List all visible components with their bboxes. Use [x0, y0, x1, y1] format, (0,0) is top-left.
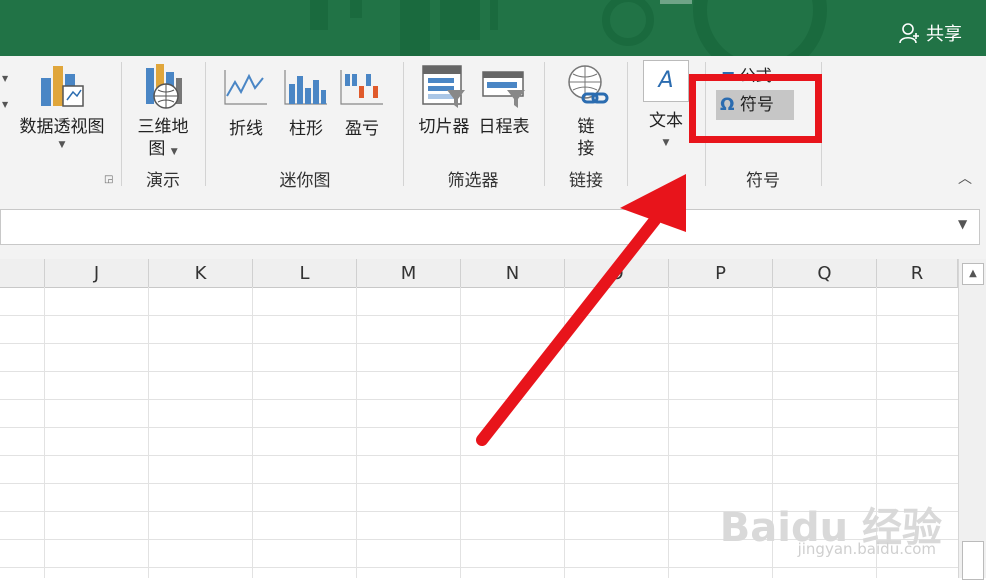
formula-input[interactable] [0, 209, 980, 245]
slicer-button[interactable]: 切片器 [412, 64, 476, 138]
line-sparkline-icon [224, 70, 267, 105]
group-label-tours: 演示 [146, 171, 180, 191]
grid-line [0, 371, 958, 372]
timeline-label: 日程表 [478, 117, 530, 137]
chevron-down-icon: ▼ [662, 138, 670, 148]
grid-line [148, 287, 149, 578]
link-label: 链 [577, 117, 595, 137]
timeline-button[interactable]: 日程表 [474, 64, 534, 138]
group-label-links: 链接 [569, 171, 603, 191]
group-label-symbols: 符号 [746, 171, 780, 191]
sparkline-column-label: 柱形 [289, 119, 323, 139]
sparkline-winloss-button[interactable]: 盈亏 [336, 68, 388, 140]
column-header[interactable]: O [565, 259, 669, 288]
grid-line [668, 287, 669, 578]
column-header[interactable]: R [877, 259, 958, 288]
row-header-corner [0, 259, 45, 288]
grid-line [0, 399, 958, 400]
link-label-2: 接 [577, 139, 595, 159]
share-label: 共享 [926, 24, 962, 45]
3d-map-label: 三维地 [137, 117, 189, 137]
winloss-sparkline-icon [340, 70, 383, 105]
grid-line [44, 287, 45, 578]
dialog-launcher-icon[interactable]: ◲ [104, 174, 113, 185]
column-header[interactable]: J [45, 259, 149, 288]
text-button[interactable]: A 文本 ▼ [636, 60, 696, 150]
link-button[interactable]: 链 接 [556, 64, 616, 160]
grid-line [356, 287, 357, 578]
group-separator [403, 62, 404, 186]
chevron-down-icon: ▼ [2, 100, 9, 109]
sparkline-line-button[interactable]: 折线 [220, 68, 272, 140]
pivot-chart-label: 数据透视图 [19, 117, 105, 137]
watermark-url: jingyan.baidu.com [797, 540, 936, 558]
grid-line [564, 287, 565, 578]
sparkline-column-button[interactable]: 柱形 [280, 68, 332, 140]
column-header[interactable]: P [669, 259, 773, 288]
formula-bar-area: ▼ [0, 193, 986, 259]
pivot-chart-icon [41, 66, 84, 107]
text-label: 文本 [649, 111, 683, 131]
text-box-icon: A [643, 60, 689, 102]
grid-line [0, 455, 958, 456]
group-label-filters: 筛选器 [447, 171, 499, 191]
group-separator [627, 62, 628, 186]
3d-map-icon [146, 64, 182, 109]
column-header[interactable]: M [357, 259, 461, 288]
grid-line [252, 287, 253, 578]
share-button[interactable]: 共享 [898, 20, 962, 46]
sparkline-line-label: 折线 [229, 119, 263, 139]
expand-formula-bar-icon[interactable]: ▼ [958, 217, 967, 231]
timeline-icon [482, 71, 525, 108]
3d-map-label-2: 图 ▼ [148, 139, 178, 159]
group-label-sparklines: 迷你图 [279, 171, 331, 191]
grid-line [0, 483, 958, 484]
sparkline-winloss-label: 盈亏 [345, 119, 379, 139]
pivot-chart-button[interactable]: 数据透视图 ▼ [14, 64, 110, 152]
group-separator [205, 62, 206, 186]
collapse-ribbon-icon[interactable]: ︿ [958, 168, 972, 188]
grid-line [0, 315, 958, 316]
highlight-box [689, 74, 822, 143]
title-bar: 共享 [0, 0, 986, 56]
grid-line [0, 427, 958, 428]
slicer-icon [422, 65, 465, 108]
link-icon [568, 65, 609, 104]
3d-map-button[interactable]: 三维地 图 ▼ [130, 64, 196, 163]
vertical-scrollbar[interactable]: ▲ [958, 259, 986, 580]
group-separator [121, 62, 122, 186]
column-header[interactable]: Q [773, 259, 877, 288]
grid-line [0, 343, 958, 344]
column-sparkline-icon [284, 70, 327, 105]
scroll-up-button[interactable]: ▲ [962, 263, 984, 285]
column-header[interactable]: N [461, 259, 565, 288]
slicer-label: 切片器 [418, 117, 470, 137]
chevron-down-icon: ▼ [58, 140, 66, 150]
grid-line [0, 567, 958, 568]
grid-line [460, 287, 461, 578]
user-icon [899, 23, 919, 44]
scroll-thumb[interactable] [962, 541, 984, 580]
column-header[interactable]: K [149, 259, 253, 288]
background-decoration [310, 0, 827, 56]
group-separator [544, 62, 545, 186]
chevron-down-icon: ▼ [2, 74, 9, 83]
column-header[interactable]: L [253, 259, 357, 288]
ribbon-insert-tab: ▼ ▼ 数据透视图 ▼ ◲ 三维地 图 ▼ 演示 折线 柱形 盈亏 迷你图 切片… [0, 56, 986, 194]
